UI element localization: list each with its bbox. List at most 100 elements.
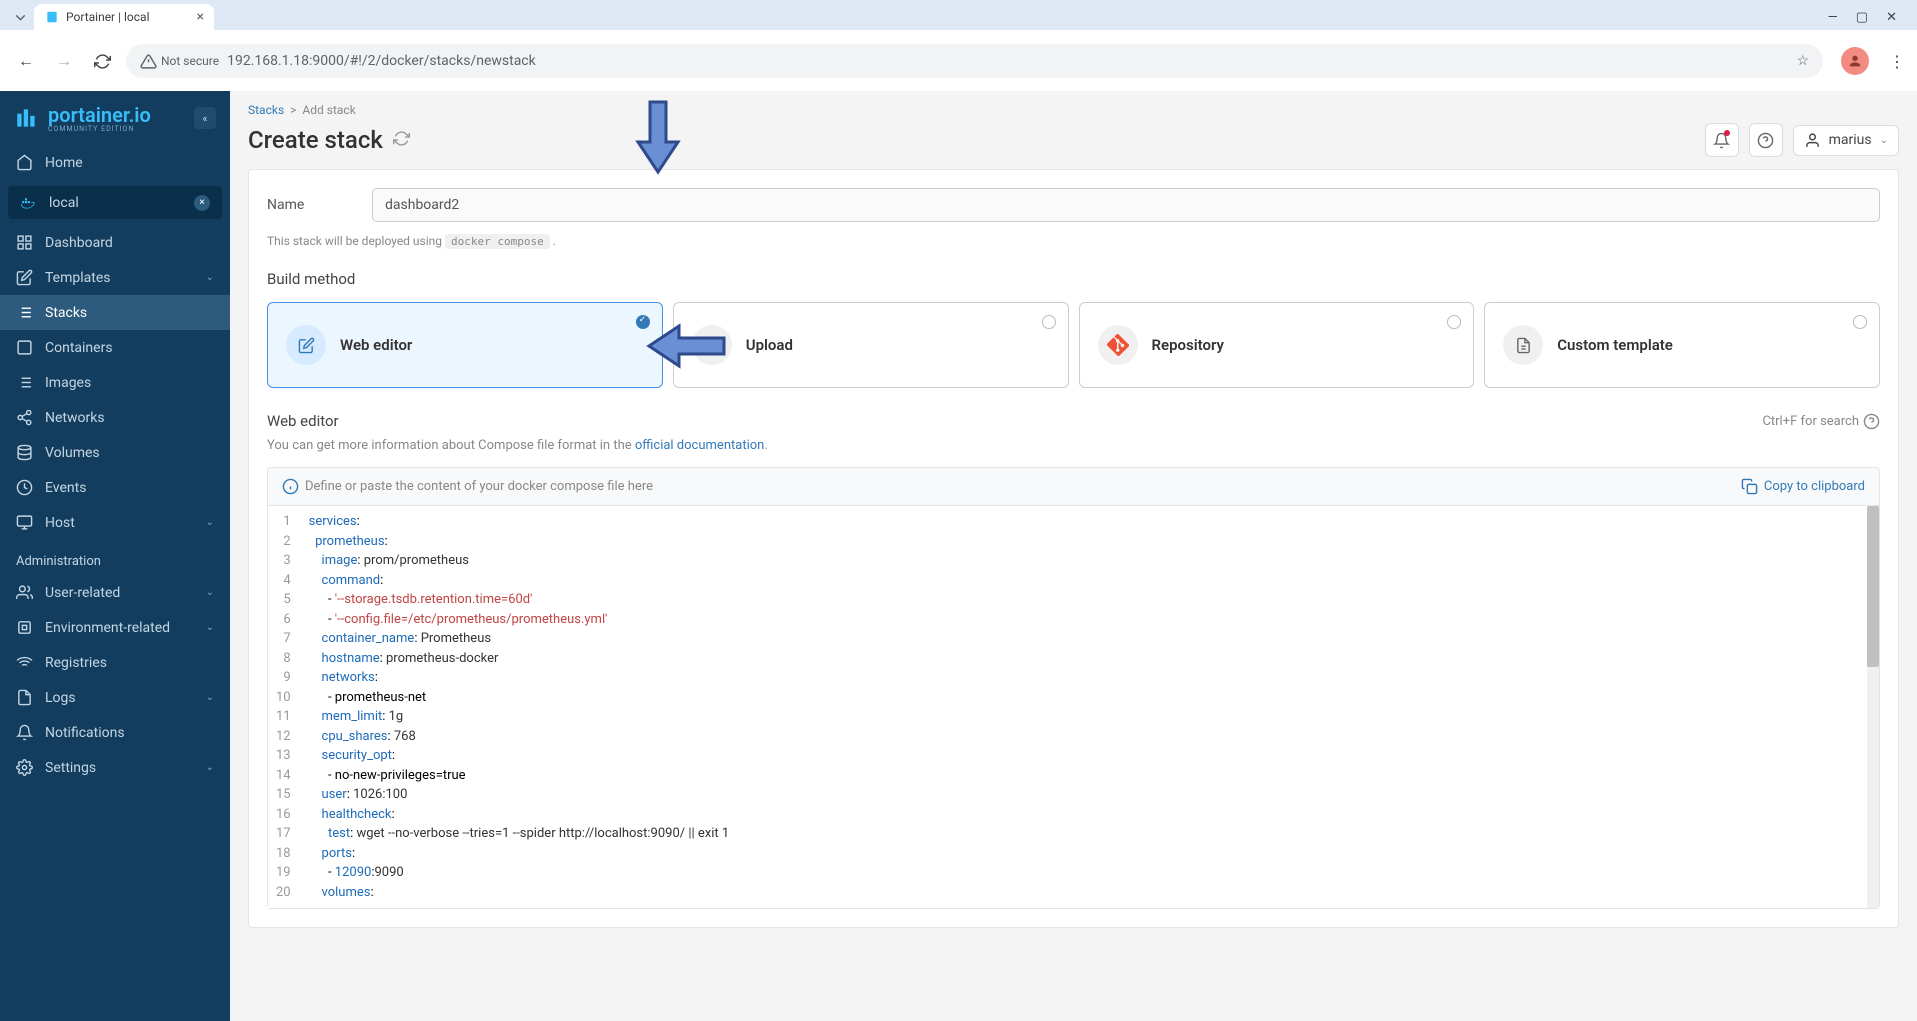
users-icon [16, 584, 33, 601]
gear-icon [16, 759, 33, 776]
upload-icon [692, 325, 732, 365]
chevron-down-icon: ⌄ [206, 762, 214, 773]
git-icon [1098, 325, 1138, 365]
bell-icon [16, 724, 33, 741]
sidebar-item-templates[interactable]: Templates ⌄ [0, 260, 230, 295]
window-close[interactable]: ✕ [1886, 10, 1897, 25]
url-bar[interactable]: Not secure 192.168.1.18:9000/#!/2/docker… [126, 44, 1823, 78]
sidebar-item-logs[interactable]: Logs ⌄ [0, 680, 230, 715]
user-menu[interactable]: marius ⌄ [1793, 125, 1899, 156]
radio-icon [1042, 315, 1056, 329]
line-numbers: 1234567891011121314151617181920 [268, 506, 301, 908]
security-badge[interactable]: Not secure [140, 53, 219, 70]
env-close-icon[interactable]: × [194, 195, 210, 211]
refresh-icon[interactable] [393, 130, 410, 151]
sidebar-item-networks[interactable]: Networks [0, 400, 230, 435]
tab-bar: Portainer | local × — ▢ ✕ [0, 0, 1917, 30]
editor-toolbar: Define or paste the content of your dock… [267, 467, 1880, 505]
build-method-web-editor[interactable]: Web editor [267, 302, 663, 388]
url-text: 192.168.1.18:9000/#!/2/docker/stacks/new… [227, 53, 1788, 69]
chevron-down-icon: ⌄ [206, 587, 214, 598]
page-header: Create stack marius ⌄ [230, 121, 1917, 169]
profile-avatar[interactable] [1841, 47, 1869, 75]
sidebar-item-volumes[interactable]: Volumes [0, 435, 230, 470]
sidebar: portainer.io COMMUNITY EDITION « Home lo… [0, 91, 230, 1021]
sidebar-environment-local[interactable]: local × [8, 186, 222, 219]
browser-menu-icon[interactable]: ⋮ [1889, 52, 1905, 71]
host-icon [16, 514, 33, 531]
home-icon [16, 154, 33, 171]
sidebar-item-environment-related[interactable]: Environment-related ⌄ [0, 610, 230, 645]
docker-icon [20, 194, 37, 211]
radio-icon [1853, 315, 1867, 329]
browser-tab[interactable]: Portainer | local × [34, 4, 214, 30]
nav-forward-icon: → [50, 47, 78, 75]
editor-scrollbar[interactable] [1867, 506, 1879, 908]
window-controls: — ▢ ✕ [1828, 10, 1909, 25]
registries-icon [16, 654, 33, 671]
compose-editor[interactable]: 1234567891011121314151617181920 services… [267, 505, 1880, 909]
tab-strip-left[interactable] [10, 7, 30, 27]
networks-icon [16, 409, 33, 426]
tab-title: Portainer | local [66, 10, 191, 24]
radio-selected-icon [636, 315, 650, 329]
nav-refresh-icon[interactable] [88, 47, 116, 75]
breadcrumb-stacks[interactable]: Stacks [248, 103, 284, 117]
window-maximize[interactable]: ▢ [1856, 10, 1868, 25]
chevron-down-icon: ⌄ [206, 272, 214, 283]
sidebar-item-settings[interactable]: Settings ⌄ [0, 750, 230, 785]
sidebar-item-home[interactable]: Home [0, 145, 230, 180]
sidebar-item-host[interactable]: Host ⌄ [0, 505, 230, 540]
browser-chrome: Portainer | local × — ▢ ✕ ← → Not secure… [0, 0, 1917, 91]
breadcrumb-current: Add stack [302, 103, 355, 117]
chevron-down-icon: ⌄ [206, 692, 214, 703]
build-method-title: Build method [267, 270, 1880, 288]
copy-to-clipboard-button[interactable]: Copy to clipboard [1741, 478, 1865, 495]
build-methods: Web editor Upload Repository [267, 302, 1880, 388]
stacks-icon [16, 304, 33, 321]
browser-nav-bar: ← → Not secure 192.168.1.18:9000/#!/2/do… [0, 30, 1917, 91]
environments-icon [16, 619, 33, 636]
sidebar-item-events[interactable]: Events [0, 470, 230, 505]
sidebar-header: portainer.io COMMUNITY EDITION « [0, 91, 230, 145]
sidebar-item-registries[interactable]: Registries [0, 645, 230, 680]
name-label: Name [267, 197, 352, 213]
nav-back-icon[interactable]: ← [12, 47, 40, 75]
sidebar-item-stacks[interactable]: Stacks [0, 295, 230, 330]
editor-desc: You can get more information about Compo… [267, 438, 1880, 453]
editor-placeholder-hint: Define or paste the content of your dock… [282, 478, 653, 495]
volumes-icon [16, 444, 33, 461]
events-icon [16, 479, 33, 496]
logs-icon [16, 689, 33, 706]
sidebar-item-notifications[interactable]: Notifications [0, 715, 230, 750]
doc-link[interactable]: official documentation [635, 438, 764, 453]
build-method-repository[interactable]: Repository [1079, 302, 1475, 388]
template-icon [1503, 325, 1543, 365]
form-panel: Name This stack will be deployed using d… [248, 169, 1899, 928]
chevron-down-icon: ⌄ [206, 622, 214, 633]
build-method-upload[interactable]: Upload [673, 302, 1069, 388]
sidebar-item-containers[interactable]: Containers [0, 330, 230, 365]
bookmark-star-icon[interactable]: ☆ [1796, 53, 1809, 69]
sidebar-collapse-button[interactable]: « [194, 107, 216, 129]
templates-icon [16, 269, 33, 286]
containers-icon [16, 339, 33, 356]
code-content[interactable]: services: prometheus: image: prom/promet… [301, 506, 1879, 908]
window-minimize[interactable]: — [1828, 10, 1838, 25]
notifications-button[interactable] [1705, 123, 1739, 157]
portainer-logo[interactable]: portainer.io COMMUNITY EDITION [14, 103, 151, 133]
dashboard-icon [16, 234, 33, 251]
sidebar-item-user-related[interactable]: User-related ⌄ [0, 575, 230, 610]
sidebar-item-dashboard[interactable]: Dashboard [0, 225, 230, 260]
editor-header: Web editor Ctrl+F for search [267, 412, 1880, 430]
tab-favicon [44, 9, 60, 25]
help-button[interactable] [1749, 123, 1783, 157]
stack-name-input[interactable] [372, 188, 1880, 222]
notification-dot [1724, 130, 1730, 136]
sidebar-item-images[interactable]: Images [0, 365, 230, 400]
sidebar-section-admin: Administration [0, 540, 230, 575]
chevron-down-icon: ⌄ [206, 517, 214, 528]
build-method-custom-template[interactable]: Custom template [1484, 302, 1880, 388]
header-controls: marius ⌄ [1705, 123, 1899, 157]
tab-close-icon[interactable]: × [197, 9, 204, 25]
